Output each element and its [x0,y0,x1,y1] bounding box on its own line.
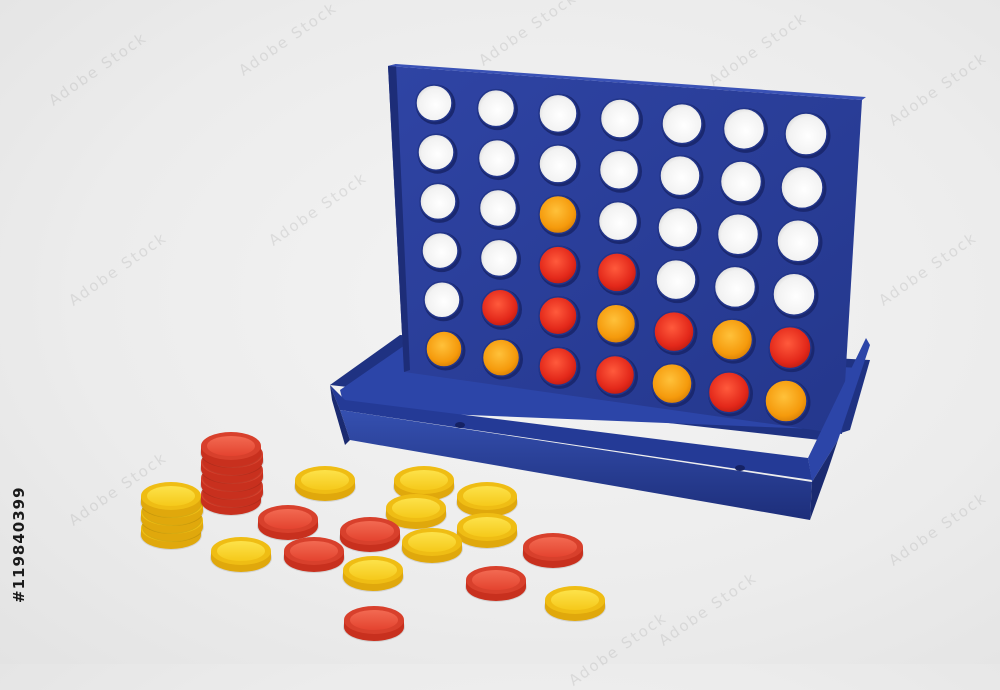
board-disc-orange [538,194,578,235]
loose-yellow-token [210,537,272,573]
loose-yellow-token [456,482,518,518]
board-disc-red [594,354,636,396]
board-hole [419,182,457,221]
loose-red-token [343,606,405,642]
board-disc-red [538,245,578,285]
board-hole [477,138,517,178]
loose-red-token [283,537,345,573]
board-disc-orange [764,379,808,423]
board-disc-red [538,295,578,336]
board-hole [655,258,697,301]
loose-red-token [522,533,584,569]
loose-red-token [339,517,401,553]
board-hole [719,160,763,203]
board-disc-orange [710,318,754,361]
board-hole [417,133,455,171]
photo-scene [140,64,870,642]
loose-yellow-token [456,513,518,549]
loose-red-token [257,505,319,541]
board-hole [598,149,640,191]
yellow-token-stack [140,482,202,518]
board-hole [722,107,766,151]
board-disc-red [653,310,695,353]
board-hole [538,93,578,134]
board-hole [659,154,701,197]
board-hole [599,98,641,139]
board-disc-red [538,346,578,387]
board-hole [657,206,699,249]
board-hole [415,84,453,122]
stock-id-label: #119840399 [10,486,28,604]
board-hole [776,219,820,263]
loose-yellow-token [342,556,404,592]
board-hole [597,200,639,242]
board-disc-red [707,371,751,414]
board-disc-red [768,325,812,370]
board-disc-red [596,252,638,293]
board-hole [661,102,703,145]
board-hole [772,272,816,316]
board-disc-red [480,288,520,328]
loose-yellow-token [401,528,463,564]
board-hole [479,238,519,278]
loose-yellow-token [544,586,606,622]
tray-screw-icon [735,465,745,471]
board-hole [476,88,516,128]
board-disc-orange [651,362,693,405]
board-disc-orange [481,338,521,377]
board-hole [713,265,757,309]
board-hole [716,212,760,256]
red-token-stack [200,432,262,468]
board-hole [478,188,518,228]
loose-yellow-token [294,466,356,502]
board-hole [538,144,578,184]
board-disc-orange [425,330,463,368]
board-hole [780,165,824,210]
board-disc-orange [595,303,637,344]
loose-red-token [465,566,527,602]
game-board [388,64,866,434]
board-hole [423,281,461,319]
tray-screw-icon [455,422,465,428]
board-hole [784,112,828,156]
board-hole [421,231,459,270]
